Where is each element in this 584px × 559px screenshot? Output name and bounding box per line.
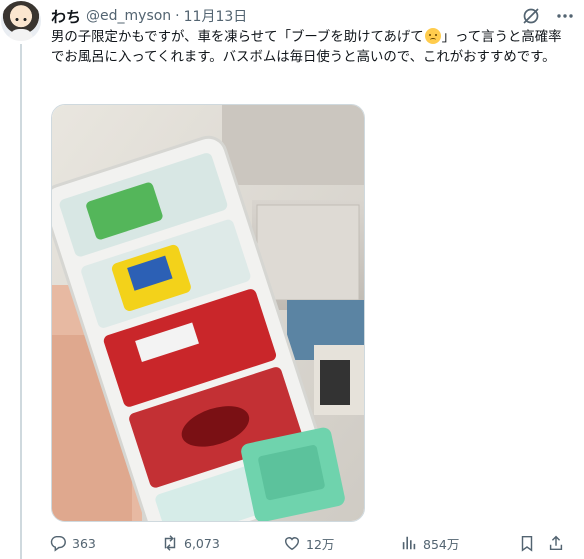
bookmark-button[interactable] bbox=[518, 533, 536, 553]
author-avatar[interactable] bbox=[1, 1, 41, 41]
tweet-text-part-1: 男の子限定かもですが、車を凍らせて「ブーブを助けてあげて bbox=[51, 30, 424, 45]
tweet: わち @ed_myson · 11月13日 男の子限定かもですが、車を凍らせて「… bbox=[0, 0, 584, 559]
grok-icon[interactable] bbox=[521, 6, 541, 26]
photo-ice-tray-toy-cars bbox=[52, 105, 364, 521]
header-separator: · bbox=[175, 8, 180, 24]
author-name[interactable]: わち bbox=[51, 6, 81, 27]
tweet-photo[interactable] bbox=[51, 104, 365, 522]
bookmark-icon bbox=[521, 535, 533, 552]
reply-button[interactable]: 363 bbox=[49, 533, 96, 553]
author-handle[interactable]: @ed_myson bbox=[86, 8, 171, 24]
repost-button[interactable]: 6,073 bbox=[161, 533, 220, 553]
views-chart-icon bbox=[402, 536, 416, 550]
heart-icon bbox=[284, 537, 300, 551]
share-icon bbox=[549, 535, 563, 551]
avatar-face bbox=[15, 18, 27, 21]
avatar-shirt bbox=[9, 29, 33, 41]
views-button[interactable]: 854万 bbox=[400, 533, 459, 553]
crying-face-emoji bbox=[424, 28, 441, 44]
repost-icon bbox=[164, 535, 176, 551]
like-button[interactable]: 12万 bbox=[283, 533, 334, 553]
reply-icon bbox=[50, 535, 66, 552]
tweet-text: 男の子限定かもですが、車を凍らせて「ブーブを助けてあげて 」って言うと高確率でお風… bbox=[51, 28, 573, 68]
repost-count: 6,073 bbox=[184, 535, 220, 551]
thread-line bbox=[20, 44, 22, 559]
reply-count: 363 bbox=[72, 535, 96, 551]
view-count: 854万 bbox=[423, 536, 460, 552]
more-options-icon[interactable] bbox=[555, 6, 575, 26]
share-button[interactable] bbox=[547, 533, 565, 553]
action-bar: 363 6,073 12万 854万 bbox=[47, 533, 577, 553]
tweet-header: わち @ed_myson · 11月13日 bbox=[51, 6, 247, 26]
like-count: 12万 bbox=[306, 536, 335, 552]
post-date[interactable]: 11月13日 bbox=[184, 6, 248, 26]
